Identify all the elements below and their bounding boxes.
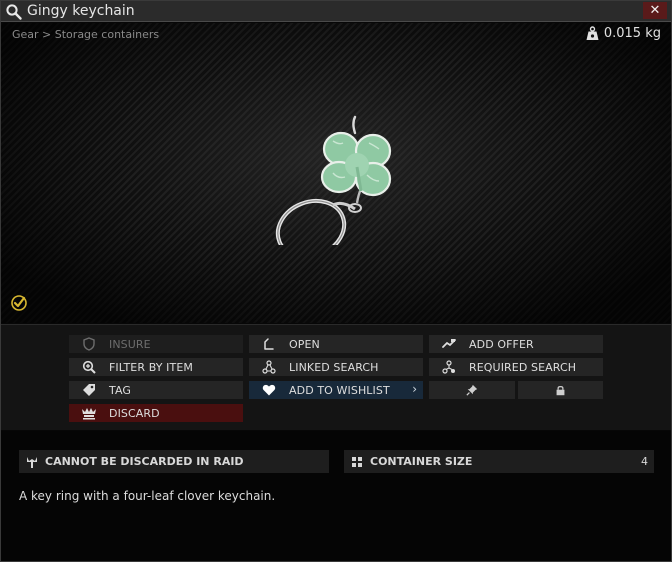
open-label: OPEN — [289, 337, 320, 351]
filter-by-item-label: FILTER BY ITEM — [109, 360, 193, 374]
container-size-label: CONTAINER SIZE — [370, 455, 473, 468]
add-to-wishlist-button[interactable]: ADD TO WISHLIST › — [249, 381, 423, 399]
close-button[interactable]: ✕ — [643, 2, 667, 19]
shield-icon — [83, 337, 95, 351]
weight-value: 0.015 kg — [603, 26, 661, 41]
item-properties: CANNOT BE DISCARDED IN RAID CONTAINER SI… — [1, 431, 671, 561]
pin-icon — [466, 384, 478, 396]
discard-label: DISCARD — [109, 406, 160, 420]
tag-icon — [83, 384, 95, 396]
item-weight: 0.015 kg — [586, 26, 661, 41]
window-title: Gingy keychain — [27, 3, 135, 19]
linked-nodes-icon — [262, 360, 276, 374]
clover-keychain-image — [275, 115, 392, 245]
weight-icon — [586, 26, 599, 40]
container-size-property: CONTAINER SIZE 4 — [344, 450, 654, 473]
insure-button[interactable]: INSURE — [69, 335, 243, 353]
item-preview: Gear > Storage containers 0.015 kg — [1, 23, 671, 323]
add-to-wishlist-label: ADD TO WISHLIST — [289, 383, 390, 397]
insure-label: INSURE — [109, 337, 151, 351]
heart-icon — [262, 384, 276, 396]
discard-icon — [82, 408, 96, 420]
tag-label: TAG — [109, 383, 132, 397]
linked-search-button[interactable]: LINKED SEARCH — [249, 358, 423, 376]
filter-by-item-button[interactable]: FILTER BY ITEM — [69, 358, 243, 376]
item-description: A key ring with a four-leaf clover keych… — [19, 489, 276, 503]
open-button[interactable]: OPEN — [249, 335, 423, 353]
add-offer-label: ADD OFFER — [469, 337, 534, 351]
discard-restriction-label: CANNOT BE DISCARDED IN RAID — [45, 455, 244, 468]
examined-check-icon — [11, 295, 27, 311]
open-icon — [264, 338, 274, 350]
item-inspect-window: Gingy keychain ✕ Gear > Storage containe… — [0, 0, 672, 562]
tag-button[interactable]: TAG — [69, 381, 243, 399]
context-actions: INSURE OPEN ADD OFFER FILTER BY ITEM LIN… — [1, 324, 671, 430]
title-bar[interactable]: Gingy keychain ✕ — [1, 1, 671, 22]
linked-search-label: LINKED SEARCH — [289, 360, 379, 374]
lock-icon — [556, 385, 565, 395]
no-discard-icon — [27, 456, 37, 468]
required-search-button[interactable]: REQUIRED SEARCH — [429, 358, 603, 376]
container-size-value: 4 — [641, 455, 648, 468]
handshake-icon — [442, 339, 456, 348]
magnifier-plus-icon — [82, 360, 96, 374]
breadcrumb[interactable]: Gear > Storage containers — [12, 28, 159, 41]
add-offer-button[interactable]: ADD OFFER — [429, 335, 603, 353]
pin-button[interactable] — [429, 381, 515, 399]
discard-button[interactable]: DISCARD — [69, 404, 243, 422]
grid-icon — [352, 456, 362, 467]
required-nodes-icon — [442, 360, 455, 374]
lock-button[interactable] — [518, 381, 603, 399]
required-search-label: REQUIRED SEARCH — [469, 360, 577, 374]
search-icon — [6, 4, 22, 20]
discard-restriction-property: CANNOT BE DISCARDED IN RAID — [19, 450, 329, 473]
chevron-right-icon: › — [412, 382, 417, 396]
